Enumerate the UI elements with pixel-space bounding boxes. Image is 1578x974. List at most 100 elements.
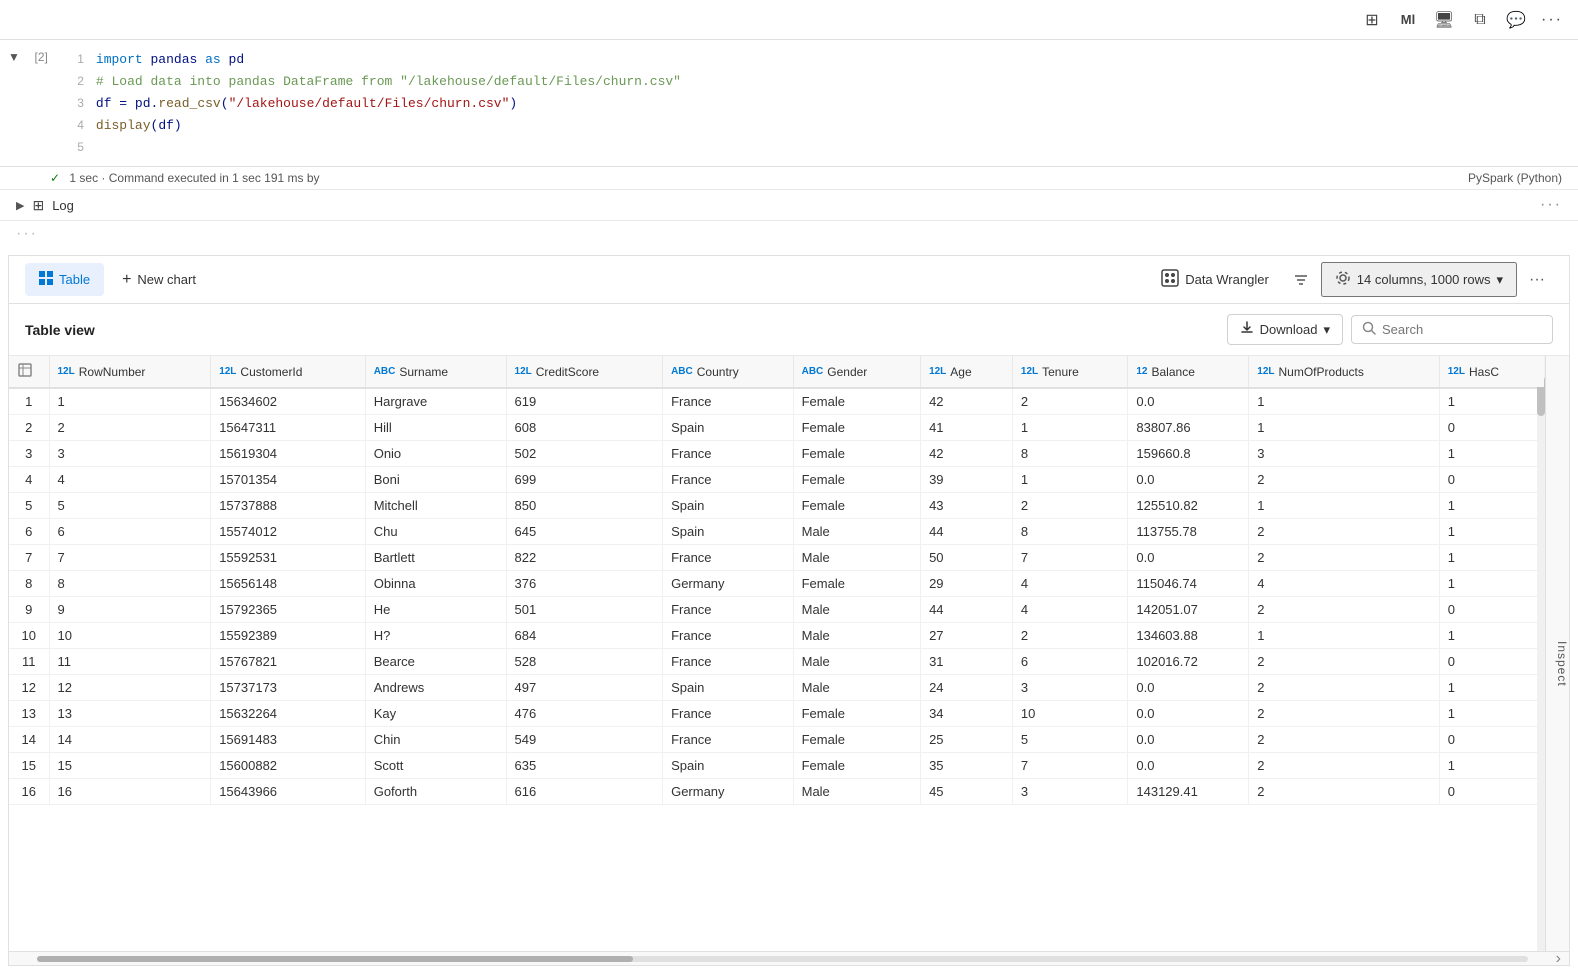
table-row: 6615574012Chu645SpainMale448113755.7821 [9, 519, 1545, 545]
monitor-icon[interactable]: 🖥 [1430, 6, 1458, 34]
table-cell: 159660.8 [1128, 441, 1249, 467]
table-row: 5515737888Mitchell850SpainFemale43212551… [9, 493, 1545, 519]
table-tab[interactable]: Table [25, 263, 104, 296]
panel-toolbar: Table + New chart Data Wrangler [9, 256, 1569, 304]
vertical-scrollbar[interactable] [1537, 356, 1545, 951]
table-cell: Spain [663, 675, 794, 701]
table-cell: 15792365 [211, 597, 366, 623]
table-cell: Female [793, 415, 920, 441]
col-header-customerid: 12LCustomerId [211, 356, 366, 388]
table-cell: Female [793, 571, 920, 597]
table-row: 111115767821Bearce528FranceMale316102016… [9, 649, 1545, 675]
table-cell: Goforth [365, 779, 506, 805]
table-cell: 619 [506, 388, 663, 415]
layout-icon[interactable]: ⊞ [1358, 6, 1386, 34]
table-cell: 15592531 [211, 545, 366, 571]
table-cell: Female [793, 441, 920, 467]
table-cell: 7 [1012, 545, 1127, 571]
cell-collapse-chevron[interactable]: ▼ [8, 50, 20, 64]
row-index: 3 [9, 441, 49, 467]
data-wrangler-button[interactable]: Data Wrangler [1149, 263, 1281, 296]
table-cell: 15 [49, 753, 211, 779]
top-toolbar: ⊞ Ml 🖥 ⧉ 💬 ··· [0, 0, 1578, 40]
table-cell: 2 [1249, 597, 1439, 623]
comment-icon[interactable]: 💬 [1502, 6, 1530, 34]
table-cell: 1 [1439, 623, 1544, 649]
table-cell: 7 [1012, 753, 1127, 779]
table-row: 4415701354Boni699FranceFemale3910.020 [9, 467, 1545, 493]
table-cell: 2 [1249, 649, 1439, 675]
row-index: 2 [9, 415, 49, 441]
table-cell: 15737173 [211, 675, 366, 701]
cell-separator: ··· [0, 221, 1578, 247]
row-index: 12 [9, 675, 49, 701]
table-cell: France [663, 597, 794, 623]
scroll-right-arrow[interactable]: › [1556, 950, 1561, 967]
search-input[interactable] [1382, 322, 1542, 337]
table-cell: Male [793, 675, 920, 701]
bottom-scrollbar[interactable]: › [9, 951, 1569, 965]
col-header-country: ABCCountry [663, 356, 794, 388]
table-cell: Female [793, 753, 920, 779]
table-cell: 6 [1012, 649, 1127, 675]
download-button[interactable]: Download ▾ [1227, 314, 1343, 345]
table-cell: 497 [506, 675, 663, 701]
table-row: 1115634602Hargrave619FranceFemale4220.01… [9, 388, 1545, 415]
copy-icon[interactable]: ⧉ [1466, 6, 1494, 34]
table-cell: 4 [1012, 597, 1127, 623]
col-header-hasc: 12LHasC [1439, 356, 1544, 388]
table-cell: Male [793, 649, 920, 675]
table-cell: 24 [921, 675, 1013, 701]
table-cell: 822 [506, 545, 663, 571]
table-body: 1115634602Hargrave619FranceFemale4220.01… [9, 388, 1545, 805]
chevron-down-icon: ▾ [1496, 272, 1503, 288]
table-cell: 699 [506, 467, 663, 493]
table-cell: Obinna [365, 571, 506, 597]
table-cell: 12 [49, 675, 211, 701]
new-chart-label: New chart [137, 272, 196, 287]
table-cell: 1 [1439, 753, 1544, 779]
table-cell: 0 [1439, 467, 1544, 493]
table-cell: 1 [49, 388, 211, 415]
table-cell: Hargrave [365, 388, 506, 415]
table-cell: 15701354 [211, 467, 366, 493]
more-cells-icon: ··· [16, 225, 38, 242]
download-icon [1240, 321, 1254, 338]
table-cell: 0 [1439, 649, 1544, 675]
table-cell: 2 [1012, 493, 1127, 519]
table-tab-label: Table [59, 272, 90, 287]
table-cell: 7 [49, 545, 211, 571]
pyspark-label[interactable]: PySpark (Python) [1468, 171, 1562, 185]
table-cell: 1 [1012, 415, 1127, 441]
log-collapse-chevron[interactable]: ▶ [16, 199, 24, 212]
row-index: 7 [9, 545, 49, 571]
table-cell: 645 [506, 519, 663, 545]
table-cell: Bartlett [365, 545, 506, 571]
more-icon[interactable]: ··· [1538, 6, 1566, 34]
columns-info-button[interactable]: 14 columns, 1000 rows ▾ [1321, 262, 1517, 297]
new-chart-button[interactable]: + New chart [108, 264, 210, 296]
panel-more-button[interactable]: ··· [1521, 264, 1553, 296]
table-cell: 10 [1012, 701, 1127, 727]
search-icon [1362, 321, 1376, 338]
table-cell: Chu [365, 519, 506, 545]
search-box[interactable] [1351, 315, 1553, 344]
table-cell: 4 [49, 467, 211, 493]
table-cell: 10 [49, 623, 211, 649]
data-wrangler-label: Data Wrangler [1185, 272, 1269, 287]
table-cell: 1 [1439, 675, 1544, 701]
table-cell: 3 [49, 441, 211, 467]
filter-button[interactable] [1285, 264, 1317, 296]
table-cell: 2 [1249, 701, 1439, 727]
log-more-button[interactable]: ··· [1540, 196, 1562, 214]
table-view-header: Table view Download ▾ [9, 304, 1569, 356]
inspect-sidebar[interactable]: Inspect [1545, 356, 1569, 951]
table-row: 121215737173Andrews497SpainMale2430.021 [9, 675, 1545, 701]
table-cell: 50 [921, 545, 1013, 571]
table-row: 8815656148Obinna376GermanyFemale29411504… [9, 571, 1545, 597]
table-cell: 684 [506, 623, 663, 649]
table-cell: 9 [49, 597, 211, 623]
table-cell: 15632264 [211, 701, 366, 727]
ml-icon[interactable]: Ml [1394, 6, 1422, 34]
table-cell: 3 [1012, 675, 1127, 701]
